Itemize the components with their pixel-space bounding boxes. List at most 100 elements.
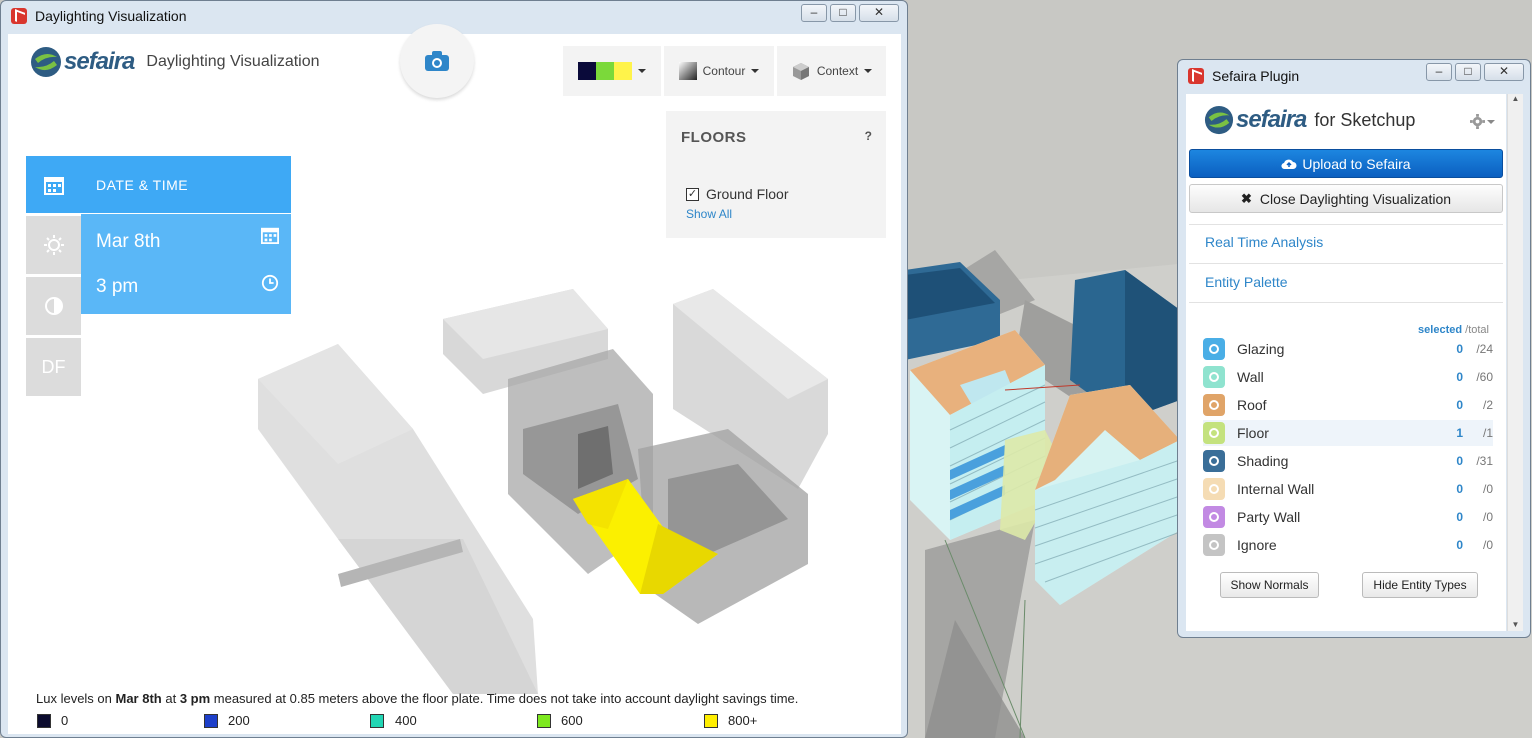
entity-badge [1203,534,1225,556]
show-normals-label: Show Normals [1230,578,1309,592]
legend-swatch-400 [370,714,384,728]
entity-row-ignore[interactable]: Ignore 0 /0 [1203,532,1493,558]
tab-date-time[interactable] [26,156,81,213]
hide-entity-types-button[interactable]: Hide Entity Types [1362,572,1478,598]
show-normals-button[interactable]: Show Normals [1220,572,1319,598]
sefaira-logo: sefaira for Sketchup [1204,105,1415,135]
time-value[interactable]: 3 pm [96,276,138,298]
plugin-titlebar[interactable]: Sefaira Plugin – □ ✕ [1178,60,1530,92]
minimize-button[interactable]: – [801,4,827,22]
real-time-analysis-link[interactable]: Real Time Analysis [1205,234,1323,250]
entity-palette-link[interactable]: Entity Palette [1205,274,1288,290]
plugin-window-title: Sefaira Plugin [1212,68,1300,84]
palette-swatch-dark [578,62,596,80]
daylight-3d-view[interactable] [248,284,848,704]
lux-caption: Lux levels on Mar 8th at 3 pm measured a… [36,691,798,706]
legend-swatch-200 [204,714,218,728]
legend-label-400: 400 [395,713,417,728]
legend-swatch-800 [704,714,718,728]
legend-swatch-600 [537,714,551,728]
caption-date: Mar 8th [115,691,162,706]
entity-badge [1203,422,1225,444]
entity-name: Wall [1237,369,1264,385]
scroll-down-icon: ▼ [1511,620,1520,629]
entity-row-roof[interactable]: Roof 0 /2 [1203,392,1493,418]
palette-swatch-yellow [614,62,632,80]
entity-badge [1203,338,1225,360]
hide-entity-types-label: Hide Entity Types [1373,578,1467,592]
entity-name: Floor [1237,425,1269,441]
legend-label-200: 200 [228,713,250,728]
palette-dropdown[interactable] [563,46,661,96]
entity-total: /60 [1476,370,1493,384]
entity-column-headers: selected /total [1403,324,1489,336]
entity-row-glazing[interactable]: Glazing 0 /24 [1203,336,1493,362]
contour-label: Contour [702,64,746,78]
gear-icon [1470,114,1485,129]
minimize-button[interactable]: – [1426,63,1452,81]
entity-total: /0 [1482,510,1493,524]
close-button[interactable]: ✕ [859,4,899,22]
tab-contrast[interactable] [26,277,81,335]
sefaira-logo-text: sefaira [1236,106,1307,133]
maximize-button[interactable]: □ [830,4,856,22]
entity-total: /2 [1482,398,1493,412]
contour-icon [678,62,697,80]
caption-mid: at [161,691,180,706]
date-time-header[interactable]: DATE & TIME [81,156,291,213]
col-selected: selected [1418,324,1463,336]
date-time-heading: DATE & TIME [96,176,189,193]
entity-row-internal-wall[interactable]: Internal Wall 0 /0 [1203,476,1493,502]
snapshot-button[interactable] [400,24,474,98]
chevron-down-icon [864,69,873,73]
sefaira-logo-text: sefaira [64,48,135,75]
entity-total: /24 [1476,342,1493,356]
entity-name: Glazing [1237,341,1285,357]
sun-icon [43,235,64,255]
divider [1189,224,1503,225]
caption-time: 3 pm [179,691,211,706]
entity-total: /1 [1482,426,1493,440]
legend-swatch-0 [37,714,51,728]
entity-name: Shading [1237,453,1289,469]
divider [1189,263,1503,264]
floor-item-ground[interactable]: ✓ Ground Floor [686,186,788,202]
camera-icon [425,51,449,71]
entity-row-wall[interactable]: Wall 0 /60 [1203,364,1493,390]
entity-badge [1203,394,1225,416]
tab-sun[interactable] [26,216,81,274]
entity-row-party-wall[interactable]: Party Wall 0 /0 [1203,504,1493,530]
settings-menu[interactable] [1470,114,1495,129]
legend-label-0: 0 [61,713,69,728]
entity-selected: 0 [1456,454,1463,468]
entity-total: /0 [1482,482,1493,496]
close-button[interactable]: ✕ [1484,63,1524,81]
cube-icon [792,63,809,80]
entity-badge [1203,450,1225,472]
entity-row-floor[interactable]: Floor 1 /1 [1203,420,1493,446]
divider [1189,302,1503,303]
date-value[interactable]: Mar 8th [96,231,160,253]
entity-badge [1203,478,1225,500]
close-visualization-button[interactable]: ✖ Close Daylighting Visualization [1189,184,1503,213]
plugin-subtitle: for Sketchup [1314,109,1416,130]
entity-name: Roof [1237,397,1267,413]
maximize-button[interactable]: □ [1455,63,1481,81]
upload-button[interactable]: Upload to Sefaira [1189,149,1503,178]
calendar-icon [43,176,64,195]
floors-help-icon[interactable]: ? [865,129,872,143]
calendar-icon[interactable] [261,226,279,244]
entity-row-shading[interactable]: Shading 0 /31 [1203,448,1493,474]
sefaira-logo-icon [31,47,61,77]
entity-badge [1203,506,1225,528]
entity-selected: 0 [1456,370,1463,384]
floors-panel: FLOORS ? ✓ Ground Floor Show All [666,111,886,238]
titlebar[interactable]: Daylighting Visualization – □ ✕ [1,1,907,31]
entity-badge [1203,366,1225,388]
sketchup-app-icon [11,8,27,24]
tab-daylight-factor[interactable]: DF [26,338,81,396]
plugin-scrollbar[interactable]: ▲ ▼ [1507,94,1523,631]
context-dropdown[interactable]: Context [777,46,886,96]
show-all-link[interactable]: Show All [686,207,732,221]
contour-dropdown[interactable]: Contour [664,46,774,96]
